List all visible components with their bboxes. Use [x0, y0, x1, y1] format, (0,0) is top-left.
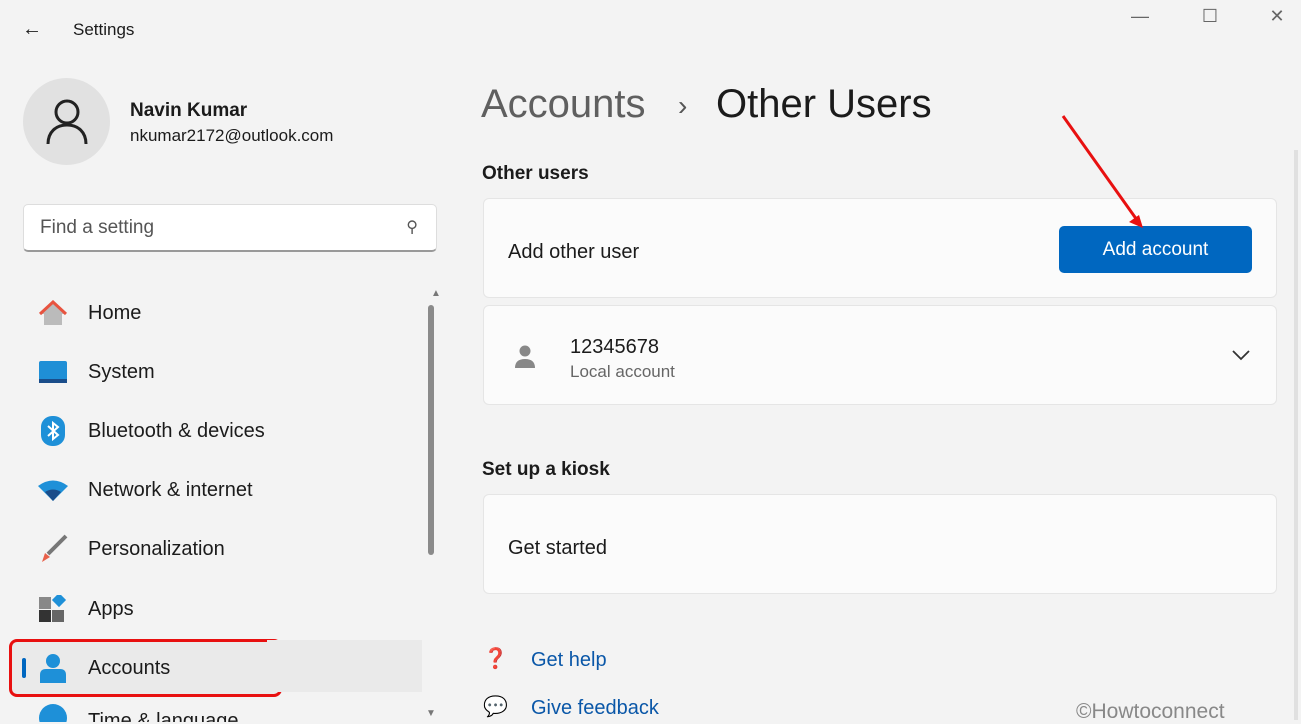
- bluetooth-icon: [12, 416, 88, 446]
- scrollbar-thumb[interactable]: [428, 305, 434, 555]
- close-button[interactable]: ✕: [1257, 6, 1297, 27]
- sidebar-item-label: Network & internet: [88, 478, 253, 501]
- user-icon: [46, 99, 87, 144]
- account-type: Local account: [570, 362, 675, 381]
- sidebar-item-network[interactable]: Network & internet: [12, 464, 422, 516]
- sidebar-item-time[interactable]: Time & language: [12, 700, 422, 722]
- sidebar-item-personalization[interactable]: Personalization: [12, 523, 422, 575]
- system-icon: [12, 361, 88, 383]
- sidebar-item-accounts[interactable]: Accounts: [9, 639, 282, 697]
- search-input[interactable]: Find a setting ⚲: [23, 204, 437, 252]
- sidebar-item-label: Apps: [88, 597, 134, 620]
- sidebar-item-system[interactable]: System: [12, 346, 422, 398]
- sidebar-item-label: System: [88, 360, 155, 383]
- globe-icon: [12, 700, 88, 722]
- maximize-button[interactable]: ☐: [1190, 6, 1230, 27]
- add-user-label: Add other user: [508, 241, 640, 263]
- account-icon: [515, 345, 535, 368]
- avatar[interactable]: [23, 78, 110, 165]
- search-icon: ⚲: [406, 219, 418, 236]
- selection-indicator: [22, 658, 26, 678]
- kiosk-heading: Set up a kiosk: [482, 459, 610, 480]
- scroll-down-arrow[interactable]: ▼: [426, 708, 436, 719]
- brush-icon: [12, 534, 88, 564]
- sidebar-item-label: Personalization: [88, 537, 225, 560]
- chevron-down-icon[interactable]: [1232, 349, 1250, 361]
- watermark: ©Howtoconnect: [1076, 700, 1225, 723]
- sidebar-item-home[interactable]: Home: [12, 287, 422, 339]
- selected-row-bg: [267, 640, 422, 692]
- scroll-up-arrow[interactable]: ▲: [431, 288, 441, 299]
- feedback-icon: 💬: [483, 696, 508, 718]
- window-title: Settings: [73, 20, 135, 39]
- search-placeholder: Find a setting: [40, 217, 155, 238]
- home-icon: [12, 300, 88, 326]
- sidebar-item-label: Home: [88, 301, 142, 324]
- back-button[interactable]: ←: [22, 18, 42, 41]
- section-heading: Other users: [482, 163, 589, 184]
- breadcrumb-parent[interactable]: Accounts: [481, 82, 646, 127]
- breadcrumb-separator: ›: [678, 90, 688, 121]
- sidebar-item-label: Time & language: [88, 710, 239, 722]
- account-row[interactable]: 12345678 Local account: [483, 305, 1277, 405]
- sidebar-item-bluetooth[interactable]: Bluetooth & devices: [12, 405, 422, 457]
- sidebar-item-apps[interactable]: Apps: [12, 583, 422, 635]
- wifi-icon: [12, 479, 88, 501]
- page-title: Other Users: [716, 82, 932, 126]
- get-started-label: Get started: [508, 537, 607, 559]
- help-icon: ❓: [483, 648, 508, 670]
- minimize-button[interactable]: —: [1120, 6, 1160, 27]
- annotation-arrow: [1061, 115, 1143, 228]
- main-scrollbar[interactable]: [1294, 150, 1298, 720]
- get-help-link[interactable]: Get help: [531, 649, 607, 672]
- user-email: nkumar2172@outlook.com: [130, 126, 334, 145]
- apps-icon: [12, 595, 88, 623]
- sidebar-item-label: Accounts: [88, 656, 171, 679]
- account-name: 12345678: [570, 336, 659, 358]
- kiosk-card[interactable]: Get started: [483, 494, 1277, 594]
- user-name: Navin Kumar: [130, 100, 248, 121]
- give-feedback-link[interactable]: Give feedback: [531, 697, 659, 720]
- sidebar-item-label: Bluetooth & devices: [88, 419, 265, 442]
